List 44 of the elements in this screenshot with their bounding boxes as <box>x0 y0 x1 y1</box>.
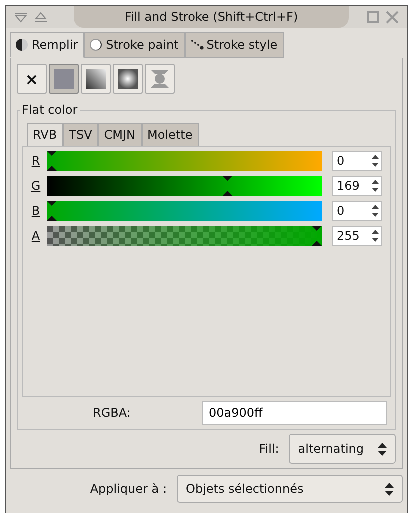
apply-to-label: Appliquer à : <box>90 482 167 496</box>
color-slider[interactable] <box>47 226 322 246</box>
dots-icon <box>190 38 204 52</box>
mesh-icon <box>149 68 171 90</box>
color-slider[interactable] <box>47 201 322 221</box>
spin-field[interactable]: 169 <box>332 176 382 196</box>
radial-gradient-icon <box>117 68 139 90</box>
slider-thumb[interactable] <box>47 201 57 221</box>
slider-thumb[interactable] <box>47 151 57 171</box>
spin-arrows-icon[interactable] <box>372 229 379 243</box>
apply-to-dropdown[interactable]: Objets sélectionnés <box>177 475 403 503</box>
paint-type-button[interactable]: × <box>17 64 47 94</box>
channel-label: G <box>30 179 42 193</box>
paint-type-button[interactable] <box>81 64 111 94</box>
tab[interactable]: Stroke paint <box>84 32 185 58</box>
channel-label: A <box>30 229 42 243</box>
color-slider[interactable] <box>47 151 322 171</box>
linear-gradient-icon <box>85 68 107 90</box>
color-slider[interactable] <box>47 176 322 196</box>
rgba-field[interactable]: 00a900ff <box>202 401 387 425</box>
spin-arrows-icon[interactable] <box>372 204 379 218</box>
flat-color-icon <box>53 68 75 90</box>
color-mode-tab[interactable]: TSV <box>63 123 98 147</box>
spin-field[interactable]: 255 <box>332 226 382 246</box>
tab[interactable]: Stroke style <box>184 32 284 58</box>
color-mode-tab[interactable]: RVB <box>27 123 64 147</box>
rgba-label: RGBA: <box>92 406 132 420</box>
spin-arrows-icon[interactable] <box>372 179 379 193</box>
channel-label: B <box>30 204 42 218</box>
spin-field[interactable]: 0 <box>332 151 382 171</box>
fill-rule-dropdown[interactable]: alternating <box>289 434 396 464</box>
updown-icon <box>385 482 394 496</box>
slider-thumb[interactable] <box>312 226 322 246</box>
paint-type-button[interactable] <box>113 64 143 94</box>
spin-arrows-icon[interactable] <box>372 154 379 168</box>
updown-icon <box>378 442 387 456</box>
fill-label: Fill: <box>259 442 280 456</box>
color-mode-tab[interactable]: Molette <box>142 123 199 147</box>
window-title: Fill and Stroke (Shift+Ctrl+F) <box>74 6 349 28</box>
tab[interactable]: Remplir <box>10 32 84 58</box>
color-mode-tab[interactable]: CMJN <box>98 123 142 147</box>
channel-label: R <box>30 154 42 168</box>
frame-title: Flat color <box>20 103 80 117</box>
spin-field[interactable]: 0 <box>332 201 382 221</box>
